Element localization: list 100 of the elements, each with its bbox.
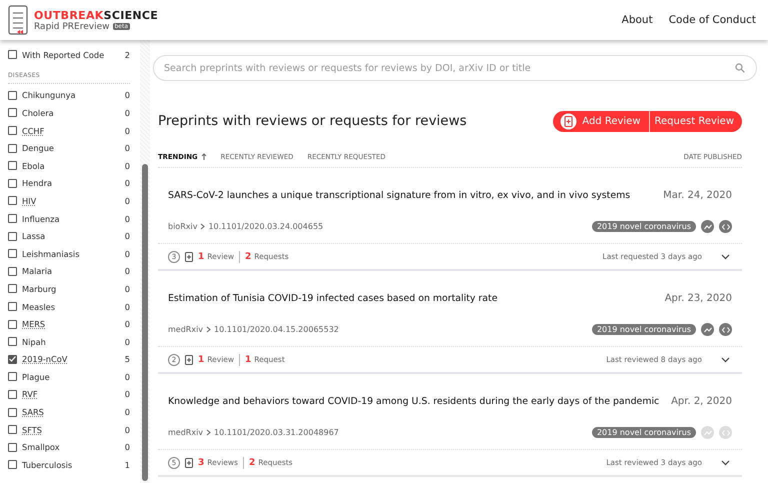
checkbox[interactable] (8, 249, 17, 258)
document-plus-icon (185, 458, 193, 468)
disease-label: CCHF (22, 126, 46, 136)
disease-count: 0 (124, 284, 130, 294)
document-plus-icon (185, 354, 193, 364)
disease-label: Influenza (22, 214, 60, 224)
checkbox[interactable] (8, 390, 17, 399)
checkbox[interactable] (8, 266, 17, 276)
disease-count: 0 (124, 407, 130, 418)
disease-count: 0 (124, 126, 130, 136)
disease-label: Cholera (22, 108, 55, 118)
checkbox[interactable] (8, 284, 17, 294)
disease-count: 0 (124, 266, 130, 276)
checkbox[interactable] (8, 372, 17, 382)
disease-label: Ebola (22, 160, 46, 171)
document-plus-icon (185, 252, 193, 262)
checkbox[interactable] (8, 320, 17, 329)
chevron-right-icon (206, 326, 212, 333)
brand-name: OUTBREAKSCIENCE (34, 8, 158, 22)
search-icon (735, 63, 745, 73)
disease-count: 0 (124, 214, 130, 224)
data-chart-button[interactable] (701, 220, 714, 233)
doi-link[interactable]: 10.1101/2020.03.31.20048967 (214, 428, 339, 437)
checkbox[interactable] (8, 126, 17, 136)
preprint-title[interactable]: SARS-CoV-2 launches a unique transcriptional signature from in vitro, ex vivo, and in vivo systems (168, 190, 630, 201)
checkbox[interactable] (8, 214, 17, 224)
disease-label: 2019-nCoV (22, 354, 68, 364)
disease-count: 0 (124, 442, 130, 452)
doi-link[interactable]: 10.1101/2020.03.24.004655 (208, 222, 324, 231)
data-chart-button[interactable] (701, 323, 714, 336)
preprint-title[interactable]: Knowledge and behaviors toward COVID-19 among U.S. residents during the early days of the pandemic (168, 396, 660, 407)
checkbox[interactable] (8, 337, 17, 346)
checkbox[interactable] (8, 302, 17, 312)
chevron-down-icon[interactable] (721, 254, 730, 260)
disease-label: Hendra (22, 178, 53, 188)
list-heading: Preprints with reviews or requests for reviews (158, 113, 467, 129)
checkbox[interactable] (8, 90, 17, 100)
checkbox[interactable] (8, 408, 17, 417)
disease-count: 0 (124, 389, 130, 400)
add-review-button[interactable]: Add Review (555, 110, 650, 132)
disease-label: SARS (22, 407, 45, 418)
filter-count: 2 (124, 50, 130, 60)
disease-count: 0 (124, 178, 130, 188)
search-field[interactable]: Search preprints with reviews or requests for reviews by DOI, arXiv ID or title (153, 55, 757, 81)
checkbox[interactable] (8, 354, 17, 364)
disease-count: 0 (124, 302, 130, 312)
disease-count: 0 (124, 108, 130, 118)
code-button[interactable] (719, 220, 732, 233)
disease-label: Smallpox (22, 442, 61, 452)
nav-link[interactable]: Code of Conduct (668, 14, 756, 26)
checkbox[interactable] (8, 50, 17, 60)
preprint-title[interactable]: Estimation of Tunisia COVID-19 infected cases based on mortality rate (168, 293, 498, 304)
preprint-server: medRxiv (168, 428, 204, 437)
code-icon (722, 326, 730, 332)
scrollbar-thumb[interactable] (142, 164, 148, 481)
disease-label: Lassa (22, 231, 46, 242)
checkbox[interactable] (8, 178, 17, 188)
disease-count: 0 (124, 336, 130, 347)
disease-label: Dengue (22, 143, 55, 154)
disease-label: Measles (22, 302, 56, 312)
disease-count: 5 (124, 354, 130, 364)
publish-date: Apr. 2, 2020 (671, 396, 732, 407)
up-arrow-icon (200, 153, 207, 160)
publish-date: Apr. 23, 2020 (664, 293, 732, 304)
preprint-server: bioRxiv (168, 222, 198, 231)
disease-count: 0 (124, 160, 130, 171)
code-icon (722, 430, 730, 436)
request-review-button[interactable]: Request Review (650, 110, 742, 132)
disease-count: 0 (124, 196, 130, 206)
line-chart-icon (704, 430, 712, 436)
disease-label: Chikungunya (22, 90, 76, 100)
chevron-down-icon[interactable] (721, 460, 730, 466)
disease-label: SFTS (22, 424, 43, 435)
subject-tag: 2019 novel coronavirus (592, 221, 696, 232)
nav-link[interactable]: About (622, 14, 653, 26)
disease-label: Leishmaniasis (22, 248, 80, 259)
disease-label: Nipah (22, 336, 47, 347)
disease-label: Plague (22, 372, 51, 382)
checkbox[interactable] (8, 196, 17, 206)
subject-tag: 2019 novel coronavirus (592, 427, 696, 438)
doi-link[interactable]: 10.1101/2020.04.15.20065532 (214, 325, 339, 334)
checkbox[interactable] (8, 161, 17, 170)
checkbox[interactable] (8, 108, 17, 118)
checkbox[interactable] (8, 442, 17, 452)
checkbox[interactable] (8, 232, 17, 241)
disease-label: Marburg (22, 284, 58, 294)
line-chart-icon (704, 224, 712, 230)
checkbox[interactable] (8, 460, 17, 470)
checkbox[interactable] (8, 425, 17, 434)
disease-count: 0 (124, 231, 130, 242)
disease-label: HIV (22, 196, 38, 206)
subject-tag: 2019 novel coronavirus (592, 324, 696, 335)
code-button[interactable] (719, 323, 732, 336)
code-icon (722, 224, 730, 230)
disease-label: Tuberculosis (22, 460, 74, 470)
publish-date: Mar. 24, 2020 (663, 190, 732, 201)
chevron-right-icon (206, 429, 212, 436)
checkbox[interactable] (8, 144, 17, 153)
chevron-down-icon[interactable] (721, 356, 730, 362)
preprint-server: medRxiv (168, 325, 204, 334)
